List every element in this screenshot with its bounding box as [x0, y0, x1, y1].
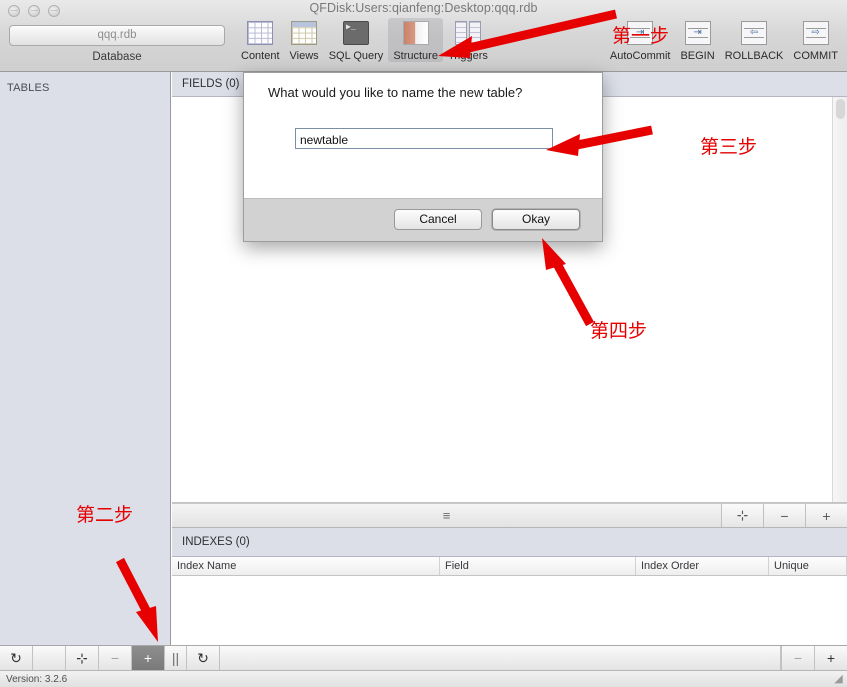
rollback-icon: ⇦: [741, 18, 768, 48]
begin-icon: ⇥: [684, 18, 711, 48]
toolbar-item-structure[interactable]: Structure: [388, 18, 443, 62]
toolbar-label-views: Views: [289, 50, 319, 62]
column-header-unique[interactable]: Unique: [769, 557, 847, 575]
toolbar-label-begin: BEGIN: [680, 50, 715, 62]
toolbar-item-rollback[interactable]: ⇦ ROLLBACK: [720, 18, 789, 62]
database-label: Database: [92, 51, 142, 63]
sidebar-header-tables: TABLES: [7, 82, 50, 94]
remove-table-button[interactable]: −: [99, 646, 132, 670]
fields-vertical-scrollbar[interactable]: [832, 97, 847, 502]
table-name-input[interactable]: [295, 128, 553, 149]
tables-sidebar[interactable]: TABLES: [0, 72, 171, 645]
views-grid-icon: [291, 18, 318, 48]
title-toolbar: QFDisk:Users:qianfeng:Desktop:qqq.rdb qq…: [0, 0, 847, 72]
autocommit-icon: ⇥: [627, 18, 654, 48]
indexes-column-headers: Index Name Field Index Order Unique: [172, 557, 847, 576]
database-selector-button[interactable]: qqq.rdb: [9, 25, 225, 46]
dialog-footer: Cancel Okay: [244, 198, 602, 241]
bottom-toolbar-spacer: [220, 646, 781, 670]
toolbar-item-views[interactable]: Views: [285, 18, 324, 62]
column-header-index-name[interactable]: Index Name: [172, 557, 440, 575]
toolbar-item-content[interactable]: Content: [236, 18, 285, 62]
cancel-button[interactable]: Cancel: [394, 209, 482, 230]
okay-button[interactable]: Okay: [492, 209, 580, 230]
add-field-button[interactable]: +: [805, 504, 847, 527]
grid-icon: [247, 18, 274, 48]
toolbar-item-triggers[interactable]: Triggers: [443, 18, 493, 62]
view-tool-group: Content Views SQL Query Structure Trigge…: [236, 18, 493, 62]
toolbar-item-begin[interactable]: ⇥ BEGIN: [675, 18, 719, 62]
app-window: QFDisk:Users:qianfeng:Desktop:qqq.rdb qq…: [0, 0, 847, 687]
add-table-button[interactable]: +: [132, 646, 165, 670]
structure-icon: [402, 18, 429, 48]
duplicate-field-button[interactable]: ⊹: [721, 504, 763, 527]
version-text: Version: 3.2.6: [6, 674, 68, 685]
reload-button[interactable]: ↻: [187, 646, 220, 670]
toolbar-label-autocommit: AutoCommit: [609, 50, 671, 62]
add-index-button[interactable]: +: [814, 646, 847, 670]
remove-index-button[interactable]: −: [781, 646, 814, 670]
toolbar-label-structure: Structure: [393, 50, 438, 62]
window-title: QFDisk:Users:qianfeng:Desktop:qqq.rdb: [309, 1, 538, 15]
commit-icon: ⇨: [802, 18, 829, 48]
indexes-table[interactable]: [172, 576, 847, 645]
toolbar-label-commit: COMMIT: [793, 50, 838, 62]
column-header-index-order[interactable]: Index Order: [636, 557, 769, 575]
toolbar-item-commit[interactable]: ⇨ COMMIT: [788, 18, 843, 62]
terminal-icon: [343, 18, 369, 48]
toolbar-item-autocommit[interactable]: ⇥ AutoCommit: [605, 18, 676, 62]
indexes-section-header: INDEXES (0): [172, 528, 847, 557]
remove-field-button[interactable]: −: [763, 504, 805, 527]
resize-grip-icon[interactable]: ◢: [832, 673, 845, 686]
sidebar-filler: [33, 646, 66, 670]
toolbar-label-rollback: ROLLBACK: [724, 50, 784, 62]
new-table-dialog: What would you like to name the new tabl…: [243, 72, 603, 242]
fields-splitter-bar[interactable]: ≡ ⊹ − +: [172, 503, 847, 528]
pause-button[interactable]: ||: [165, 646, 187, 670]
hamburger-icon[interactable]: ≡: [172, 504, 721, 527]
bottom-toolbar: ↻ ⊹ − + || ↻ − +: [0, 645, 847, 670]
duplicate-table-button[interactable]: ⊹: [66, 646, 99, 670]
triggers-icon: [454, 18, 481, 48]
indexes-title: INDEXES (0): [182, 536, 250, 548]
transaction-tool-group: ⇥ AutoCommit ⇥ BEGIN ⇦ ROLLBACK ⇨ COMMIT: [605, 18, 843, 62]
dialog-prompt-text: What would you like to name the new tabl…: [268, 85, 523, 100]
toolbar-label-sql-query: SQL Query: [328, 50, 384, 62]
toolbar-label-triggers: Triggers: [447, 50, 488, 62]
column-header-field[interactable]: Field: [440, 557, 636, 575]
toolbar-item-sql-query[interactable]: SQL Query: [324, 18, 389, 62]
fields-scrollbar-thumb[interactable]: [836, 99, 845, 119]
toolbar-label-content: Content: [241, 50, 280, 62]
refresh-tables-button[interactable]: ↻: [0, 646, 33, 670]
status-bar: Version: 3.2.6 ◢: [0, 670, 847, 687]
